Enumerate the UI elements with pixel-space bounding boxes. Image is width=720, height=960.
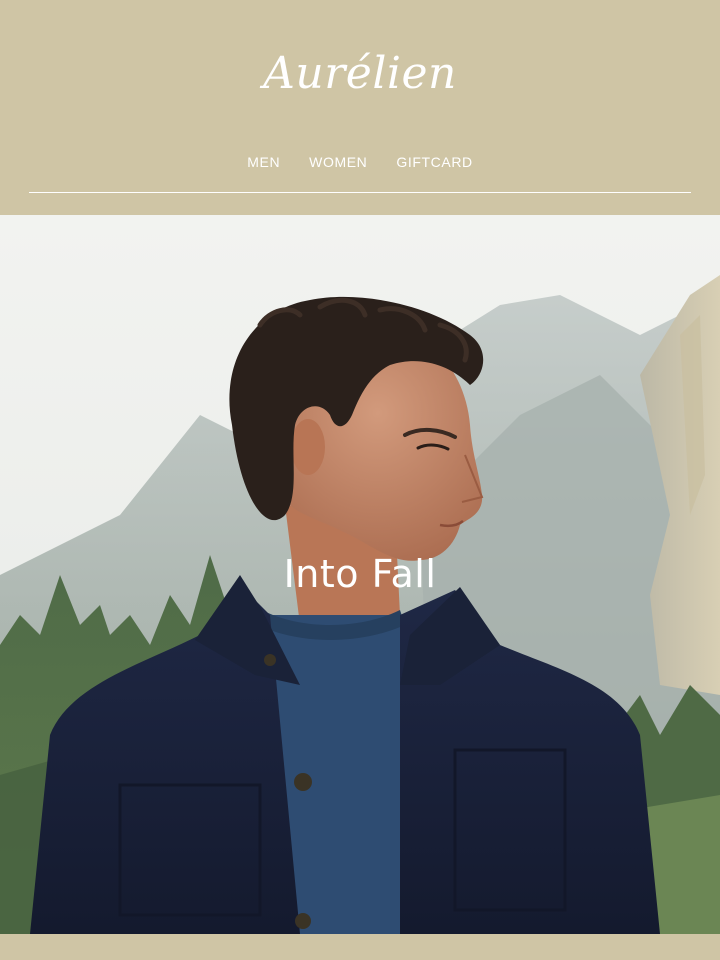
nav-item-women[interactable]: WOMEN (309, 152, 367, 172)
header-divider (29, 192, 691, 193)
brand-logo[interactable]: Aurélien (0, 44, 720, 104)
hero-title: Into Fall (283, 552, 437, 596)
footer-strip (0, 934, 720, 960)
nav-item-men[interactable]: MEN (247, 152, 280, 172)
main-nav: MEN WOMEN GIFTCARD (0, 152, 720, 172)
header: Aurélien MEN WOMEN GIFTCARD (0, 0, 720, 215)
nav-item-giftcard[interactable]: GIFTCARD (396, 152, 472, 172)
hero-banner[interactable]: Into Fall (0, 215, 720, 934)
